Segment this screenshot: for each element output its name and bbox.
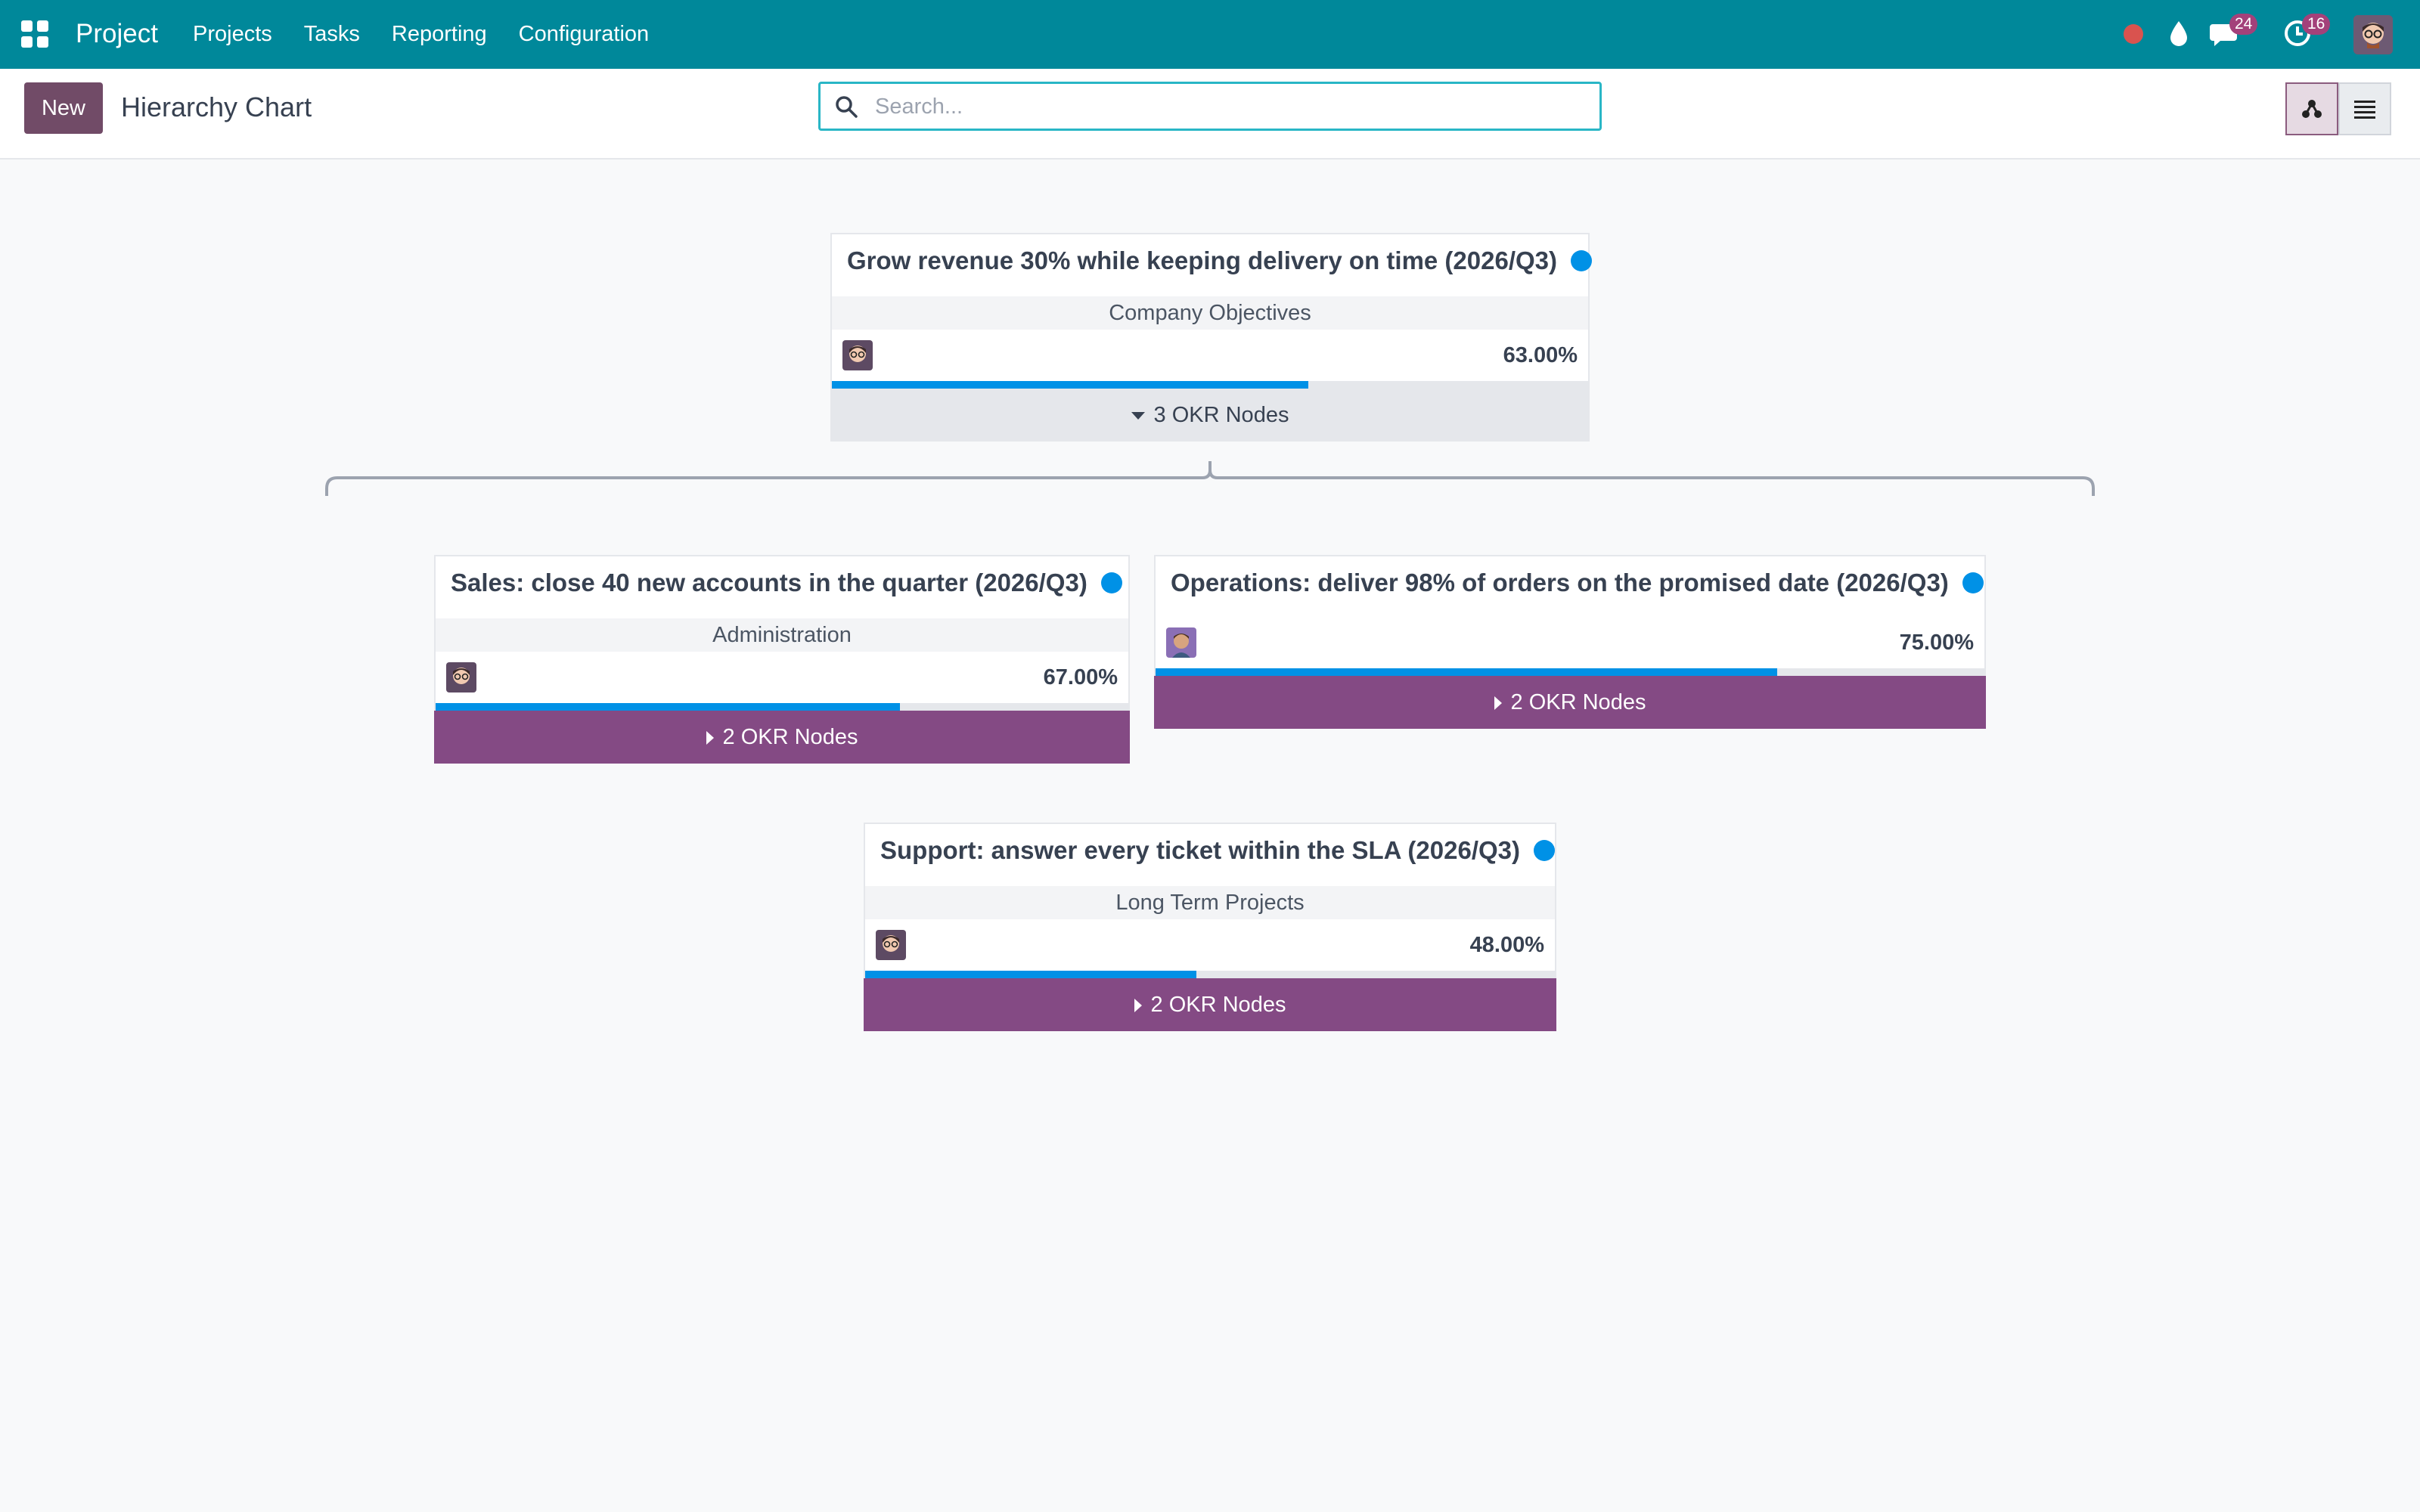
new-button[interactable]: New <box>24 82 103 134</box>
top-navbar: Project Projects Tasks Reporting Configu… <box>0 0 2420 69</box>
apps-grid-icon[interactable] <box>21 20 48 48</box>
list-view-icon <box>2354 101 2375 119</box>
activities-count-badge: 16 <box>2302 14 2331 35</box>
page-title: Hierarchy Chart <box>121 91 312 122</box>
expand-children-button[interactable]: 2 OKR Nodes <box>434 711 1130 764</box>
menu-item-configuration[interactable]: Configuration <box>519 20 650 48</box>
messages-count-badge: 24 <box>2229 14 2258 35</box>
progress-bar <box>865 971 1555 978</box>
view-switcher <box>2285 82 2391 135</box>
menu-item-tasks[interactable]: Tasks <box>304 20 360 48</box>
hierarchy-connector <box>325 461 2095 496</box>
progress-bar <box>436 703 1128 711</box>
app-brand[interactable]: Project <box>76 17 158 51</box>
hierarchy-view-button[interactable] <box>2285 82 2338 135</box>
node-title: Operations: deliver 98% of orders on the… <box>1171 565 1984 600</box>
menu-item-reporting[interactable]: Reporting <box>392 20 487 48</box>
node-avatar <box>1166 627 1196 658</box>
progress-bar-fill <box>865 971 1196 978</box>
okr-node-sales[interactable]: Sales: close 40 new accounts in the quar… <box>434 555 1130 764</box>
drop-icon[interactable] <box>2166 18 2192 48</box>
control-panel: New Hierarchy Chart <box>0 69 2420 160</box>
node-title: Support: answer every ticket within the … <box>880 833 1555 868</box>
status-dot <box>1100 572 1122 593</box>
node-project: Administration <box>436 618 1128 652</box>
main-menu: Projects Tasks Reporting Configuration <box>193 20 681 48</box>
expand-children-button[interactable]: 3 OKR Nodes <box>830 389 1590 442</box>
progress-bar <box>1156 668 1984 676</box>
okr-node-support[interactable]: Support: answer every ticket within the … <box>864 823 1556 1031</box>
menu-item-projects[interactable]: Projects <box>193 20 272 48</box>
status-dot <box>1962 572 1984 593</box>
progress-bar-fill <box>1156 668 1777 676</box>
node-avatar <box>842 340 873 370</box>
search-icon <box>836 96 858 118</box>
list-view-button[interactable] <box>2338 82 2391 135</box>
progress-value: 48.00% <box>1469 933 1544 957</box>
okr-node-root[interactable]: Grow revenue 30% while keeping delivery … <box>830 233 1593 442</box>
node-avatar <box>876 930 906 960</box>
node-title: Sales: close 40 new accounts in the quar… <box>451 565 1122 600</box>
search-box <box>818 82 1602 131</box>
expand-children-button[interactable]: 2 OKR Nodes <box>864 978 1556 1031</box>
progress-bar <box>832 381 1588 389</box>
node-title: Grow revenue 30% while keeping delivery … <box>847 243 1593 278</box>
node-project: Long Term Projects <box>865 886 1555 919</box>
hierarchy-view-icon <box>2302 100 2322 118</box>
progress-value: 75.00% <box>1899 631 1974 655</box>
okr-node-operations[interactable]: Operations: deliver 98% of orders on the… <box>1154 555 1986 729</box>
record-icon[interactable] <box>2124 24 2143 44</box>
node-project: Company Objectives <box>832 296 1588 330</box>
user-avatar[interactable] <box>2353 15 2393 54</box>
status-dot <box>1534 840 1555 861</box>
search-input[interactable] <box>875 90 1586 123</box>
progress-value: 63.00% <box>1503 343 1578 367</box>
progress-bar-fill <box>832 381 1308 389</box>
progress-value: 67.00% <box>1043 665 1118 689</box>
progress-bar-fill <box>436 703 900 711</box>
node-avatar <box>446 662 476 692</box>
status-dot <box>1571 250 1593 271</box>
expand-children-button[interactable]: 2 OKR Nodes <box>1154 676 1986 729</box>
